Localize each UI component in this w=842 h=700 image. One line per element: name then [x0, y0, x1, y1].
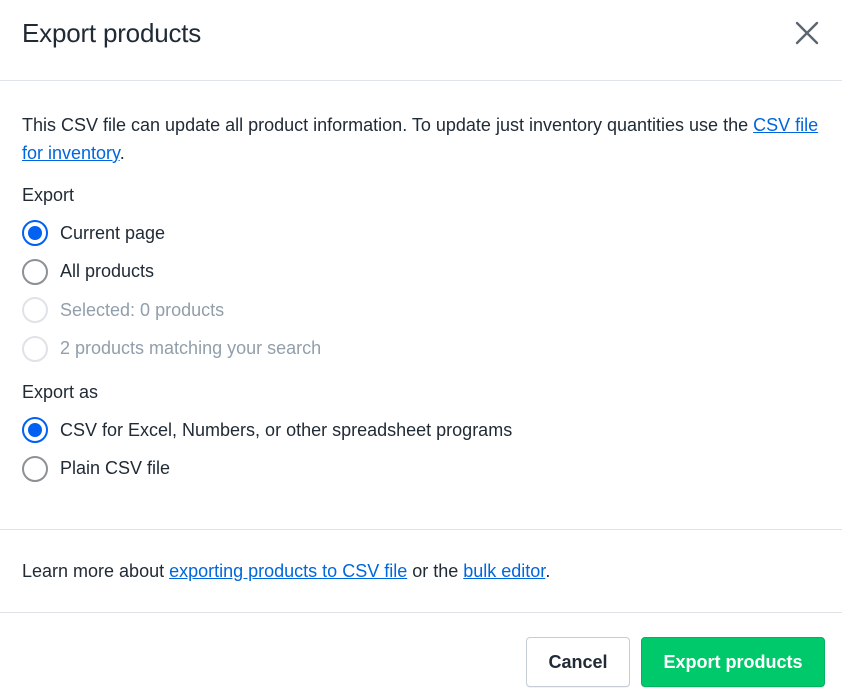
radio-unchecked-icon [22, 258, 48, 285]
modal-header: Export products [0, 0, 842, 81]
cancel-button[interactable]: Cancel [526, 637, 630, 687]
export-as-radio-group: CSV for Excel, Numbers, or other spreads… [22, 411, 820, 488]
close-button[interactable] [794, 20, 820, 46]
radio-plain-csv[interactable]: Plain CSV file [22, 450, 820, 489]
learn-more-text: Learn more about exporting products to C… [22, 560, 551, 581]
modal-footer: Cancel Export products [0, 613, 842, 700]
radio-disabled-icon [22, 297, 48, 324]
radio-matching-search: 2 products matching your search [22, 330, 820, 369]
export-as-section-label: Export as [22, 382, 99, 402]
learn-more-section: Learn more about exporting products to C… [0, 530, 842, 613]
radio-current-page[interactable]: Current page [22, 214, 820, 253]
close-icon [795, 21, 819, 45]
radio-disabled-icon [22, 335, 48, 362]
export-products-button[interactable]: Export products [641, 637, 825, 687]
radio-unchecked-icon [22, 455, 48, 482]
exporting-products-link[interactable]: exporting products to CSV file [169, 561, 407, 581]
radio-selected-products: Selected: 0 products [22, 291, 820, 330]
modal-title: Export products [22, 18, 202, 48]
radio-checked-icon [22, 417, 48, 444]
export-radio-group: Current page All products Selected: 0 pr… [22, 214, 820, 368]
export-section-label: Export [22, 185, 75, 205]
radio-checked-icon [22, 220, 48, 247]
bulk-editor-link[interactable]: bulk editor [463, 561, 545, 581]
radio-all-products[interactable]: All products [22, 253, 820, 292]
radio-csv-excel[interactable]: CSV for Excel, Numbers, or other spreads… [22, 411, 820, 450]
export-products-modal: Export products This CSV file can update… [0, 0, 842, 700]
modal-body: This CSV file can update all product inf… [0, 81, 842, 530]
intro-text: This CSV file can update all product inf… [22, 115, 819, 163]
